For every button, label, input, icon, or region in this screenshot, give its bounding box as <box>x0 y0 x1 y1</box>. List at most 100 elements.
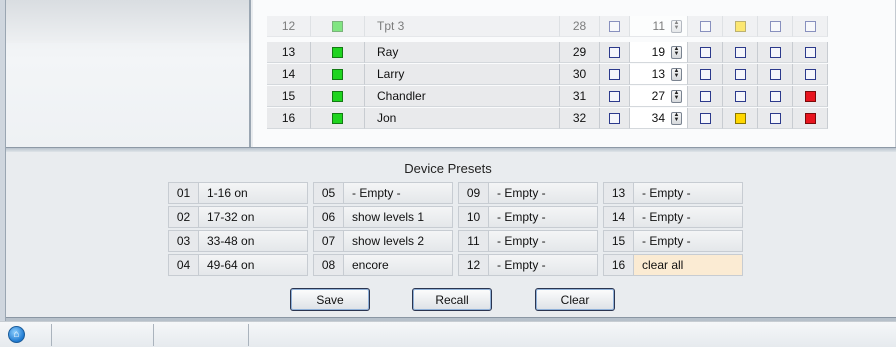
flag-checkbox[interactable] <box>734 90 746 102</box>
preset-label: show levels 1 <box>344 207 452 227</box>
preset-label: - Empty - <box>634 231 742 251</box>
flag-checkbox[interactable] <box>699 112 711 124</box>
save-button[interactable]: Save <box>290 288 370 311</box>
channel-number: 12 <box>267 16 311 37</box>
preset-slot-selected[interactable]: 16 clear all <box>603 254 743 276</box>
preset-number: 16 <box>604 255 634 275</box>
table-row: 12 Tpt 3 28 11 ▲ ▼ <box>267 16 828 37</box>
preset-number: 12 <box>459 255 489 275</box>
channel-name[interactable]: Larry <box>365 64 560 85</box>
level-spinner[interactable]: 13 ▲ ▼ <box>630 64 688 85</box>
flag-checkbox[interactable] <box>804 90 816 102</box>
preset-label: show levels 2 <box>344 231 452 251</box>
channel-number-2: 29 <box>560 42 600 63</box>
preset-number: 01 <box>169 183 199 203</box>
preset-slot[interactable]: 05 - Empty - <box>313 182 453 204</box>
flag-checkbox[interactable] <box>699 90 711 102</box>
preset-slot[interactable]: 08 encore <box>313 254 453 276</box>
preset-number: 14 <box>604 207 634 227</box>
channel-number: 14 <box>267 64 311 85</box>
level-spinner[interactable]: 27 ▲ ▼ <box>630 86 688 107</box>
panel-divider[interactable] <box>6 147 896 152</box>
channel-number-2: 28 <box>560 16 600 37</box>
channel-number-2: 30 <box>560 64 600 85</box>
preset-slot[interactable]: 09 - Empty - <box>458 182 598 204</box>
channel-table: 12 Tpt 3 28 11 ▲ ▼ 13 Ray 29 19 ▲ ▼ 14 Lar… <box>253 0 896 147</box>
flag-checkbox[interactable] <box>769 46 781 58</box>
flag-checkbox[interactable] <box>769 20 781 32</box>
preset-label: - Empty - <box>634 183 742 203</box>
preset-label: - Empty - <box>489 231 597 251</box>
status-bar: ⌂ <box>0 321 896 347</box>
preset-label: - Empty - <box>489 207 597 227</box>
spin-arrows-icon[interactable]: ▲ ▼ <box>671 19 682 33</box>
flag-checkbox[interactable] <box>699 46 711 58</box>
spin-arrows-icon[interactable]: ▲ ▼ <box>671 111 682 125</box>
left-panel <box>6 0 251 147</box>
level-spinner[interactable]: 34 ▲ ▼ <box>630 108 688 129</box>
preset-slot[interactable]: 06 show levels 1 <box>313 206 453 228</box>
checkbox[interactable] <box>609 68 620 80</box>
preset-slot[interactable]: 02 17-32 on <box>168 206 308 228</box>
flag-checkbox[interactable] <box>734 46 746 58</box>
preset-label: clear all <box>634 255 742 275</box>
channel-number: 16 <box>267 108 311 129</box>
level-spinner[interactable]: 19 ▲ ▼ <box>630 42 688 63</box>
clear-button[interactable]: Clear <box>535 288 615 311</box>
flag-checkbox[interactable] <box>804 46 816 58</box>
spin-arrows-icon[interactable]: ▲ ▼ <box>671 89 682 103</box>
channel-name[interactable]: Jon <box>365 108 560 129</box>
preset-slot[interactable]: 13 - Empty - <box>603 182 743 204</box>
preset-label: 49-64 on <box>199 255 307 275</box>
preset-slot[interactable]: 01 1-16 on <box>168 182 308 204</box>
flag-checkbox[interactable] <box>734 68 746 80</box>
preset-label: - Empty - <box>634 207 742 227</box>
app-logo-icon[interactable]: ⌂ <box>8 326 25 343</box>
checkbox[interactable] <box>609 20 620 32</box>
checkbox[interactable] <box>609 90 620 102</box>
flag-checkbox[interactable] <box>769 112 781 124</box>
flag-checkbox[interactable] <box>734 20 746 32</box>
flag-checkbox[interactable] <box>804 68 816 80</box>
level-spinner[interactable]: 11 ▲ ▼ <box>630 16 688 37</box>
checkbox[interactable] <box>609 112 620 124</box>
active-indicator[interactable] <box>332 112 343 124</box>
active-indicator[interactable] <box>332 20 343 32</box>
spin-arrows-icon[interactable]: ▲ ▼ <box>671 45 682 59</box>
preset-number: 09 <box>459 183 489 203</box>
active-indicator[interactable] <box>332 46 343 58</box>
table-row: 13 Ray 29 19 ▲ ▼ <box>267 42 828 63</box>
status-segment <box>153 324 154 346</box>
flag-checkbox[interactable] <box>804 112 816 124</box>
preset-slot[interactable]: 15 - Empty - <box>603 230 743 252</box>
spin-arrows-icon[interactable]: ▲ ▼ <box>671 67 682 81</box>
preset-number: 05 <box>314 183 344 203</box>
preset-slot[interactable]: 12 - Empty - <box>458 254 598 276</box>
channel-name[interactable]: Ray <box>365 42 560 63</box>
preset-slot[interactable]: 04 49-64 on <box>168 254 308 276</box>
active-indicator[interactable] <box>332 90 343 102</box>
preset-slot[interactable]: 14 - Empty - <box>603 206 743 228</box>
checkbox[interactable] <box>609 46 620 58</box>
preset-slot[interactable]: 03 33-48 on <box>168 230 308 252</box>
flag-checkbox[interactable] <box>804 20 816 32</box>
level-value: 27 <box>651 89 665 103</box>
preset-label: 17-32 on <box>199 207 307 227</box>
active-indicator[interactable] <box>332 68 343 80</box>
flag-checkbox[interactable] <box>699 20 711 32</box>
left-panel-header <box>6 0 249 43</box>
flag-checkbox[interactable] <box>699 68 711 80</box>
presets-title: Device Presets <box>404 161 492 176</box>
flag-checkbox[interactable] <box>734 112 746 124</box>
preset-label: encore <box>344 255 452 275</box>
preset-label: - Empty - <box>344 183 452 203</box>
preset-slot[interactable]: 10 - Empty - <box>458 206 598 228</box>
flag-checkbox[interactable] <box>769 90 781 102</box>
preset-slot[interactable]: 11 - Empty - <box>458 230 598 252</box>
recall-button[interactable]: Recall <box>412 288 492 311</box>
channel-name[interactable]: Tpt 3 <box>365 16 560 37</box>
channel-name[interactable]: Chandler <box>365 86 560 107</box>
preset-slot[interactable]: 07 show levels 2 <box>313 230 453 252</box>
preset-number: 10 <box>459 207 489 227</box>
flag-checkbox[interactable] <box>769 68 781 80</box>
